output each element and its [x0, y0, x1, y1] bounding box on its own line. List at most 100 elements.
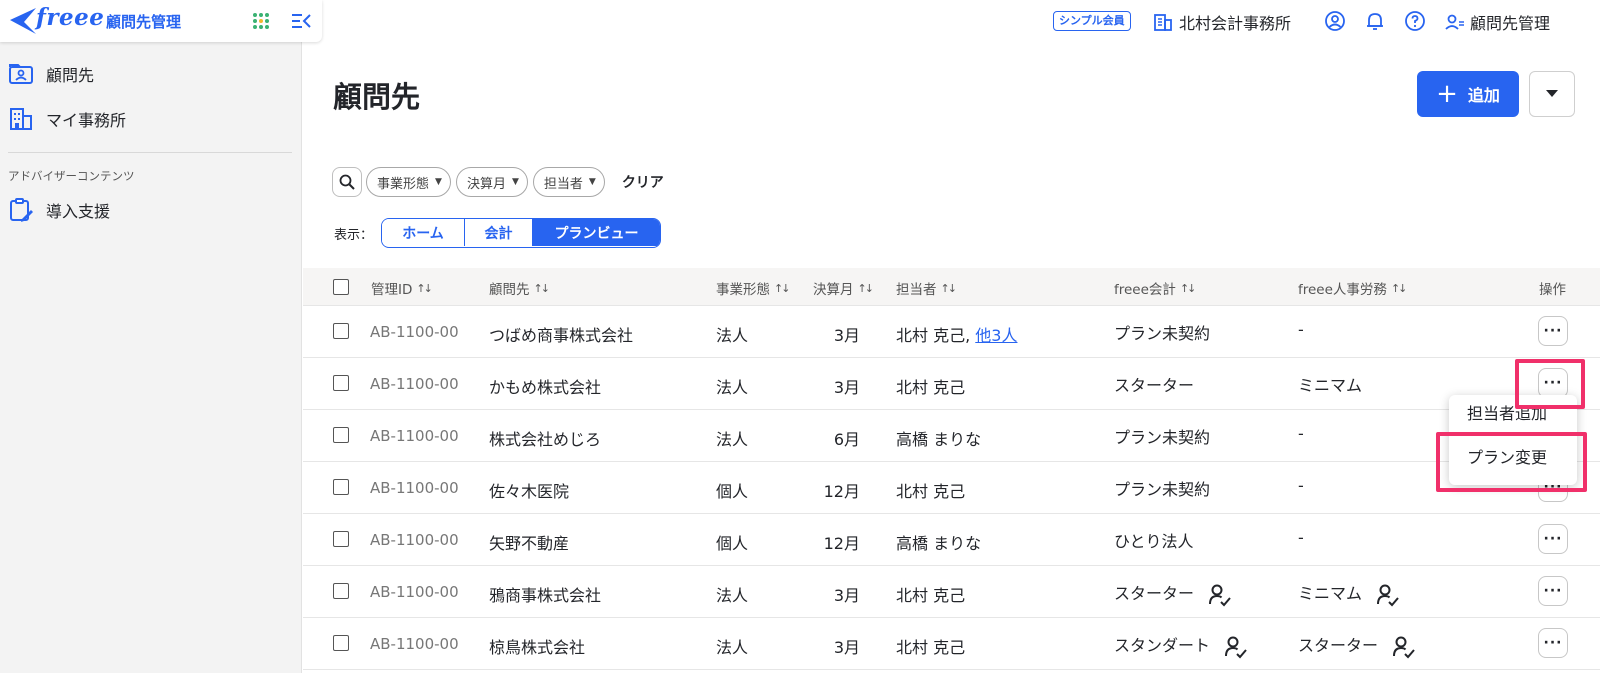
- cell-client: 株式会社めじろ: [489, 430, 602, 449]
- table-row[interactable]: AB-1100-00 椋鳥株式会社 法人 3月 北村 克己 スタンダート スターター ··…: [303, 618, 1600, 670]
- row-more-button[interactable]: ···: [1538, 524, 1568, 554]
- row-checkbox[interactable]: [333, 479, 349, 495]
- cell-freee-hr: -: [1298, 424, 1304, 443]
- row-more-button[interactable]: ···: [1538, 316, 1568, 346]
- column-header-id[interactable]: 管理ID ↑↓: [371, 278, 433, 299]
- cell-freee-accounting: プラン未契約: [1114, 424, 1210, 448]
- add-button[interactable]: + 追加: [1417, 71, 1519, 117]
- office-switcher[interactable]: 北村会計事務所: [1153, 10, 1291, 34]
- sidebar-divider: [8, 152, 292, 153]
- sidebar-item-label: マイ事務所: [46, 111, 127, 130]
- table-header: 管理ID ↑↓ 顧問先 ↑↓ 事業形態 ↑↓ 決算月 ↑↓ 担当者 ↑↓ freee会計 ↑…: [303, 268, 1600, 306]
- cell-id: AB-1100-00: [370, 375, 459, 393]
- cell-staff: 高橋 まりな: [896, 530, 981, 554]
- caret-down-icon: ▼: [435, 177, 442, 187]
- row-checkbox[interactable]: [333, 375, 349, 391]
- cell-id: AB-1100-00: [370, 531, 459, 549]
- table-row[interactable]: AB-1100-00 かもめ株式会社 法人 3月 北村 克己 スターター ミニマム ···: [303, 358, 1600, 410]
- cell-id: AB-1100-00: [370, 479, 459, 497]
- staff-more-link[interactable]: 他3人: [975, 326, 1017, 345]
- row-checkbox[interactable]: [333, 531, 349, 547]
- accounting-plan: プラン未契約: [1114, 324, 1211, 343]
- collapse-sidebar-icon[interactable]: [290, 10, 312, 32]
- user-menu[interactable]: 顧問先管理: [1445, 10, 1550, 34]
- plus-icon: +: [1436, 79, 1458, 109]
- column-header-staff[interactable]: 担当者 ↑↓: [896, 278, 958, 299]
- sidebar-item-my-office[interactable]: マイ事務所: [8, 103, 126, 135]
- cell-client: 椋鳥株式会社: [489, 638, 586, 657]
- sort-icon: ↑↓: [1179, 281, 1197, 295]
- column-header-freee-accounting[interactable]: freee会計 ↑↓: [1114, 278, 1197, 299]
- column-header-business-type[interactable]: 事業形態 ↑↓: [716, 278, 791, 299]
- office-name: 北村会計事務所: [1179, 14, 1292, 33]
- user-label: 顧問先管理: [1470, 14, 1551, 33]
- accounting-plan: スタンダート: [1114, 636, 1211, 655]
- search-button[interactable]: [332, 167, 362, 197]
- sidebar-item-clients[interactable]: 顧問先: [8, 58, 94, 90]
- sidebar-item-onboarding[interactable]: 導入支援: [8, 194, 110, 226]
- table-row[interactable]: AB-1100-00 矢野不動産 個人 12月 高橋 まりな ひとり法人 - ···: [303, 514, 1600, 566]
- clipboard-edit-icon: [10, 198, 33, 222]
- filter-closing-month[interactable]: 決算月 ▼: [455, 167, 528, 197]
- filter-label: 決算月: [466, 176, 506, 192]
- row-checkbox[interactable]: [333, 583, 349, 599]
- staff-name: 北村 克己,: [896, 326, 971, 345]
- logo-text: freee: [36, 4, 105, 31]
- cell-freee-accounting: スタンダート: [1114, 632, 1249, 660]
- row-checkbox[interactable]: [333, 323, 349, 339]
- clear-filters-link[interactable]: クリア: [622, 172, 664, 192]
- accounting-plan: プラン未契約: [1114, 480, 1211, 499]
- hr-plan: -: [1298, 424, 1304, 443]
- view-segmented-control: ホーム 会計 プランビュー: [381, 218, 662, 248]
- menu-item-add-staff[interactable]: 担当者追加: [1467, 400, 1547, 424]
- accounting-plan: プラン未契約: [1114, 428, 1211, 447]
- hr-plan: ミニマム: [1298, 584, 1363, 603]
- table-row[interactable]: AB-1100-00株式会社めじろ法人6月高橋 まりなプラン未契約-···: [303, 410, 1600, 462]
- app-grid-icon[interactable]: [252, 12, 270, 30]
- client-folder-icon: [9, 64, 33, 84]
- sort-icon: ↑↓: [940, 281, 958, 295]
- tab-accounting[interactable]: 会計: [464, 219, 533, 246]
- hr-plan: ミニマム: [1298, 376, 1363, 395]
- sidebar-section-label: アドバイザーコンテンツ: [8, 169, 135, 183]
- cell-business-type: 法人: [716, 638, 749, 657]
- cell-staff: 北村 克己, 他3人: [896, 322, 1017, 346]
- column-header-client[interactable]: 顧問先 ↑↓: [489, 278, 550, 299]
- column-header-freee-hr[interactable]: freee人事労務 ↑↓: [1298, 278, 1407, 299]
- help-icon[interactable]: [1404, 10, 1426, 32]
- select-all-checkbox[interactable]: [333, 279, 349, 295]
- office-building-icon: [1154, 14, 1172, 31]
- add-dropdown-button[interactable]: [1529, 71, 1575, 117]
- freee-bird-icon: [10, 8, 36, 34]
- cell-freee-accounting: プラン未契約: [1114, 476, 1210, 500]
- search-icon: [339, 174, 355, 190]
- user-settings-icon: [1445, 14, 1464, 30]
- notification-bell-icon[interactable]: [1364, 10, 1386, 32]
- column-header-closing-month[interactable]: 決算月 ↑↓: [813, 278, 874, 299]
- building-icon: [10, 108, 32, 130]
- cell-business-type: 法人: [716, 378, 749, 397]
- row-more-button[interactable]: ···: [1538, 368, 1568, 398]
- caret-down-icon: ▼: [588, 177, 596, 187]
- filter-staff[interactable]: 担当者 ▼: [532, 167, 605, 197]
- sidebar-item-label: 顧問先: [46, 66, 95, 85]
- cell-id: AB-1100-00: [370, 635, 459, 653]
- row-checkbox[interactable]: [333, 427, 349, 443]
- tab-plan-view[interactable]: プランビュー: [532, 219, 661, 246]
- table-row[interactable]: AB-1100-00 佐々木医院 個人 12月 北村 克己 プラン未契約 - ···: [303, 462, 1600, 514]
- account-icon[interactable]: [1324, 10, 1346, 32]
- tab-home[interactable]: ホーム: [382, 219, 465, 246]
- cell-client: 矢野不動産: [489, 534, 570, 553]
- row-more-button[interactable]: ···: [1538, 628, 1568, 658]
- app-name: 顧問先管理: [106, 13, 182, 31]
- cell-id: AB-1100-00: [370, 583, 459, 601]
- row-more-button[interactable]: ···: [1538, 576, 1568, 606]
- cell-staff: 北村 克己: [896, 374, 965, 398]
- table-row[interactable]: AB-1100-00 鴉商事株式会社 法人 3月 北村 克己 スターター ミニマム ···: [303, 566, 1600, 618]
- menu-item-change-plan[interactable]: プラン変更: [1467, 444, 1547, 468]
- cell-client: かもめ株式会社: [489, 378, 602, 397]
- filter-business-type[interactable]: 事業形態 ▼: [366, 167, 451, 197]
- row-checkbox[interactable]: [333, 635, 349, 651]
- table-row[interactable]: AB-1100-00 つばめ商事株式会社 法人 3月 北村 克己, 他3人 プラン未契約 -…: [303, 306, 1600, 358]
- accounting-plan: ひとり法人: [1114, 532, 1194, 551]
